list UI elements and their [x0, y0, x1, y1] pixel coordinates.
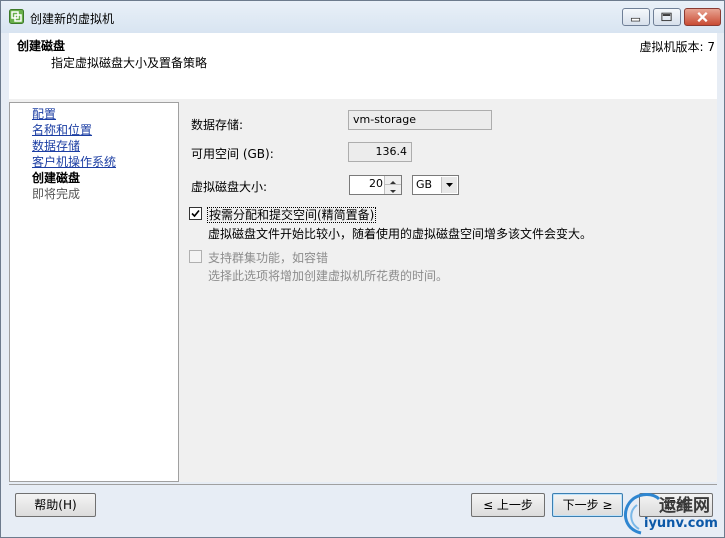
nav-item-guest-os[interactable]: 客户机操作系统: [32, 154, 178, 170]
window-title: 创建新的虚拟机: [30, 12, 115, 26]
stepper-buttons: [384, 176, 401, 194]
free-space-field: 136.4: [348, 142, 412, 162]
free-space-label: 可用空间 (GB):: [191, 147, 274, 161]
title-bar[interactable]: 创建新的虚拟机: [1, 1, 724, 33]
nav-item-configuration[interactable]: 配置: [32, 106, 178, 122]
next-button[interactable]: 下一步 ≥: [552, 493, 623, 517]
nav-item-ready-to-complete: 即将完成: [32, 187, 81, 201]
dropdown-button[interactable]: [441, 177, 457, 193]
thin-provision-label[interactable]: 按需分配和提交空间(精简置备): [207, 206, 377, 223]
footer-divider: [9, 484, 717, 485]
nav-item-name-location[interactable]: 名称和位置: [32, 122, 178, 138]
minimize-icon: [630, 17, 641, 22]
disk-size-stepper[interactable]: 20: [349, 175, 402, 195]
site-watermark: 运维网 iyunv.com: [619, 489, 723, 537]
close-button[interactable]: [684, 8, 721, 26]
nav-item-create-disk: 创建磁盘: [32, 171, 81, 185]
page-title: 创建磁盘: [17, 39, 66, 53]
vm-version-label: 虚拟机版本: 7: [639, 40, 716, 54]
checkmark-icon: [191, 209, 200, 218]
cluster-feature-description: 选择此选项将增加创建虚拟机所花费的时间。: [208, 269, 449, 283]
watermark-text-cn: 运维网: [659, 496, 710, 516]
disk-size-value[interactable]: 20: [369, 177, 383, 190]
back-button[interactable]: ≤ 上一步: [471, 493, 545, 517]
stepper-up-button[interactable]: [385, 176, 401, 185]
cluster-feature-checkbox[interactable]: [189, 250, 202, 263]
stepper-down-button[interactable]: [385, 185, 401, 194]
cluster-feature-label[interactable]: 支持群集功能，如容错: [208, 249, 328, 266]
nav-item-datastore[interactable]: 数据存储: [32, 138, 178, 154]
thin-provision-checkbox[interactable]: [189, 207, 202, 220]
datastore-label: 数据存储:: [191, 118, 244, 132]
caret-down-icon: [390, 190, 396, 193]
thin-provision-description: 虚拟磁盘文件开始比较小，随着使用的虚拟磁盘空间增多该文件会变大。: [208, 227, 593, 241]
datastore-field: vm-storage: [348, 110, 492, 130]
watermark-text-domain: iyunv.com: [644, 516, 718, 531]
help-button[interactable]: 帮助(H): [15, 493, 96, 517]
vm-app-icon: [9, 9, 24, 24]
disk-size-label: 虚拟磁盘大小:: [191, 180, 268, 194]
minimize-button[interactable]: [622, 8, 650, 26]
wizard-header: 创建磁盘 指定虚拟磁盘大小及置备策略 虚拟机版本: 7: [9, 33, 717, 100]
close-icon: [697, 11, 708, 23]
disk-unit-value: GB: [416, 178, 433, 191]
thin-provision-label-text[interactable]: 按需分配和提交空间(精简置备): [207, 207, 377, 223]
page-subtitle: 指定虚拟磁盘大小及置备策略: [51, 56, 208, 70]
step-navigation: 配置 名称和位置 数据存储 客户机操作系统 创建磁盘 即将完成: [9, 102, 179, 482]
disk-unit-select[interactable]: GB: [412, 175, 459, 195]
chevron-down-icon: [446, 183, 453, 187]
maximize-button[interactable]: [653, 8, 681, 26]
wizard-window: 创建新的虚拟机 创建磁盘 指定虚拟磁盘大小及置备策略 虚拟机版本: 7 配置 名…: [0, 0, 725, 538]
maximize-icon: [661, 12, 672, 22]
